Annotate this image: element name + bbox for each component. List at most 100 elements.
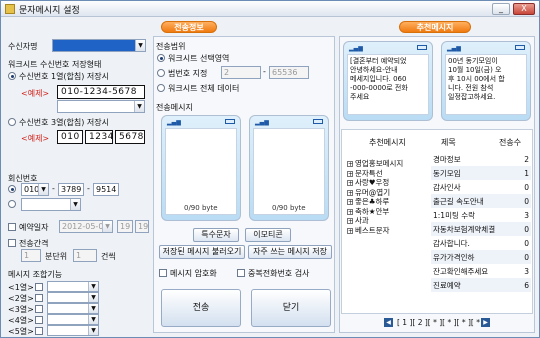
combo-row-dropdown[interactable]: ▼: [47, 281, 99, 292]
encrypt-checkbox[interactable]: [159, 269, 167, 277]
battery-icon: [225, 119, 235, 124]
scope-opt2-radio[interactable]: [157, 69, 165, 77]
duplicate-check-checkbox[interactable]: [237, 269, 245, 277]
interval-checkbox[interactable]: [8, 239, 16, 247]
chevron-down-icon[interactable]: ▼: [88, 304, 98, 313]
table-row[interactable]: 잔고확인해주세요 3: [431, 264, 531, 278]
table-row[interactable]: 감사인사 0: [431, 180, 531, 194]
scope-sep: -: [263, 67, 266, 76]
sender-dropdown[interactable]: ▼: [52, 39, 146, 52]
table-row[interactable]: 동기모임 1: [431, 166, 531, 180]
minimize-button[interactable]: _: [492, 3, 510, 15]
opt3-example-2: 1234: [85, 130, 113, 144]
expand-icon[interactable]: +: [347, 170, 353, 177]
chevron-down-icon[interactable]: ▼: [88, 282, 98, 291]
combo-row-checkbox[interactable]: [35, 305, 43, 313]
chevron-down-icon[interactable]: ▼: [88, 315, 98, 324]
interval-minutes-field[interactable]: 1: [21, 249, 41, 262]
message-phone-left: ▂▄▆ 0/90 byte: [161, 115, 241, 221]
opt3-radio[interactable]: [8, 118, 16, 126]
callback-radio-2[interactable]: [8, 200, 16, 208]
load-saved-message-button[interactable]: 저장된 메시지 불러오기: [159, 245, 245, 259]
next-page-icon[interactable]: ▶: [481, 318, 490, 327]
reserve-date-field[interactable]: 2012-05-09 ▼: [59, 220, 113, 233]
combo-row-checkbox[interactable]: [35, 283, 43, 291]
reserve-label: 예약일자: [19, 223, 49, 232]
scope-from-field[interactable]: 2: [221, 66, 261, 79]
expand-icon[interactable]: +: [347, 218, 353, 225]
reserve-hour-field[interactable]: 19: [117, 220, 133, 233]
reserve-checkbox[interactable]: [8, 223, 16, 231]
scope-opt1-radio[interactable]: [157, 54, 165, 62]
sample-phone-2[interactable]: ▂▄▆ 00년 동기모임이 10월 10일(금) 오 후 10시 00에서 합 …: [441, 41, 531, 121]
close-dialog-button[interactable]: 닫기: [251, 289, 331, 327]
table-row[interactable]: 진료예약 6: [431, 278, 531, 292]
message-input-left[interactable]: [165, 128, 237, 215]
chevron-down-icon[interactable]: ▼: [38, 184, 48, 195]
chevron-down-icon[interactable]: ▼: [88, 293, 98, 302]
prev-page-icon[interactable]: ◀: [384, 318, 393, 327]
row-count: 0: [524, 224, 529, 234]
opt1-radio[interactable]: [8, 72, 16, 80]
send-button[interactable]: 전송: [161, 289, 241, 327]
message-title: 전송메시지: [156, 103, 193, 112]
expand-icon[interactable]: +: [347, 161, 353, 168]
chevron-down-icon[interactable]: ▼: [134, 101, 144, 112]
col-title-header: 제목: [441, 138, 456, 147]
combo-row-dropdown[interactable]: ▼: [47, 303, 99, 314]
emoticon-button[interactable]: 이모티콘: [245, 228, 291, 242]
expand-icon[interactable]: +: [347, 189, 353, 196]
battery-icon: [417, 45, 427, 50]
pagination[interactable]: [ 1 ][ 2 ][ * ][ * ][ * ][ * ]: [397, 318, 485, 327]
close-button[interactable]: X: [513, 3, 535, 15]
sample-phone-1[interactable]: ▂▄▆ [결혼부터 예약되었 안녕하세요-안내 메세지입니다. 060 -000…: [343, 41, 433, 121]
scope-opt3-radio[interactable]: [157, 84, 165, 92]
combo-row-checkbox[interactable]: [35, 294, 43, 302]
expand-icon[interactable]: +: [347, 199, 353, 206]
combo-row-dropdown[interactable]: ▼: [47, 314, 99, 325]
scope-to-field[interactable]: 65536: [269, 66, 309, 79]
callback-field-2[interactable]: 3789: [58, 183, 84, 196]
special-chars-button[interactable]: 특수문자: [193, 228, 239, 242]
reserve-min-field[interactable]: 19: [135, 220, 149, 233]
category-item[interactable]: + 베스트문자: [347, 225, 390, 236]
table-row[interactable]: 감사합니다. 0: [431, 236, 531, 250]
save-frequent-message-button[interactable]: 자주 쓰는 메시지 저장: [248, 245, 332, 259]
table-row[interactable]: 출근길 속도안내 0: [431, 194, 531, 208]
combo-row-checkbox[interactable]: [35, 327, 43, 335]
callback-radio-1[interactable]: [8, 185, 16, 193]
row-count: 0: [524, 182, 529, 192]
expand-icon[interactable]: +: [347, 180, 353, 187]
chevron-down-icon[interactable]: ▼: [70, 199, 80, 210]
message-input-right[interactable]: [253, 128, 325, 215]
example-label: <예제>: [21, 89, 50, 98]
callback-custom-dropdown[interactable]: ▼: [21, 198, 81, 211]
callback-field-3[interactable]: 9514: [93, 183, 119, 196]
signal-icon: ▂▄▆: [255, 119, 269, 126]
interval-label: 전송간격: [19, 239, 49, 248]
expand-icon[interactable]: +: [347, 227, 353, 234]
opt1-column-dropdown[interactable]: ▼: [57, 100, 145, 113]
chevron-down-icon[interactable]: ▼: [135, 40, 145, 51]
category-label: 베스트문자: [355, 225, 390, 235]
table-row[interactable]: 자동차보험계약체결 0: [431, 222, 531, 236]
row-count: 3: [524, 266, 529, 276]
table-row[interactable]: 유가가격인하 0: [431, 250, 531, 264]
row-title: 자동차보험계약체결: [433, 224, 496, 234]
chevron-down-icon[interactable]: ▼: [102, 221, 112, 232]
interval-count-field[interactable]: 1: [73, 249, 97, 262]
encrypt-label: 메시지 암호화: [170, 269, 217, 278]
table-row[interactable]: 1:1미팅 수락 3: [431, 208, 531, 222]
table-row[interactable]: 경마정보 2: [431, 152, 531, 166]
combo-row-checkbox[interactable]: [35, 316, 43, 324]
interval-unit: 분단위: [45, 252, 68, 261]
combo-row-dropdown[interactable]: ▼: [47, 292, 99, 303]
scope-to-value: 65536: [272, 68, 298, 77]
expand-icon[interactable]: +: [347, 208, 353, 215]
combo-row-dropdown[interactable]: ▼: [47, 325, 99, 336]
combo-title: 메시지 조합기능: [8, 270, 63, 279]
callback-field-1[interactable]: 010 ▼: [21, 183, 49, 196]
chevron-down-icon[interactable]: ▼: [88, 326, 98, 335]
title-bar[interactable]: 문자메시지 설정 _ X: [1, 1, 539, 17]
callback-field-1-value: 010: [24, 185, 40, 194]
